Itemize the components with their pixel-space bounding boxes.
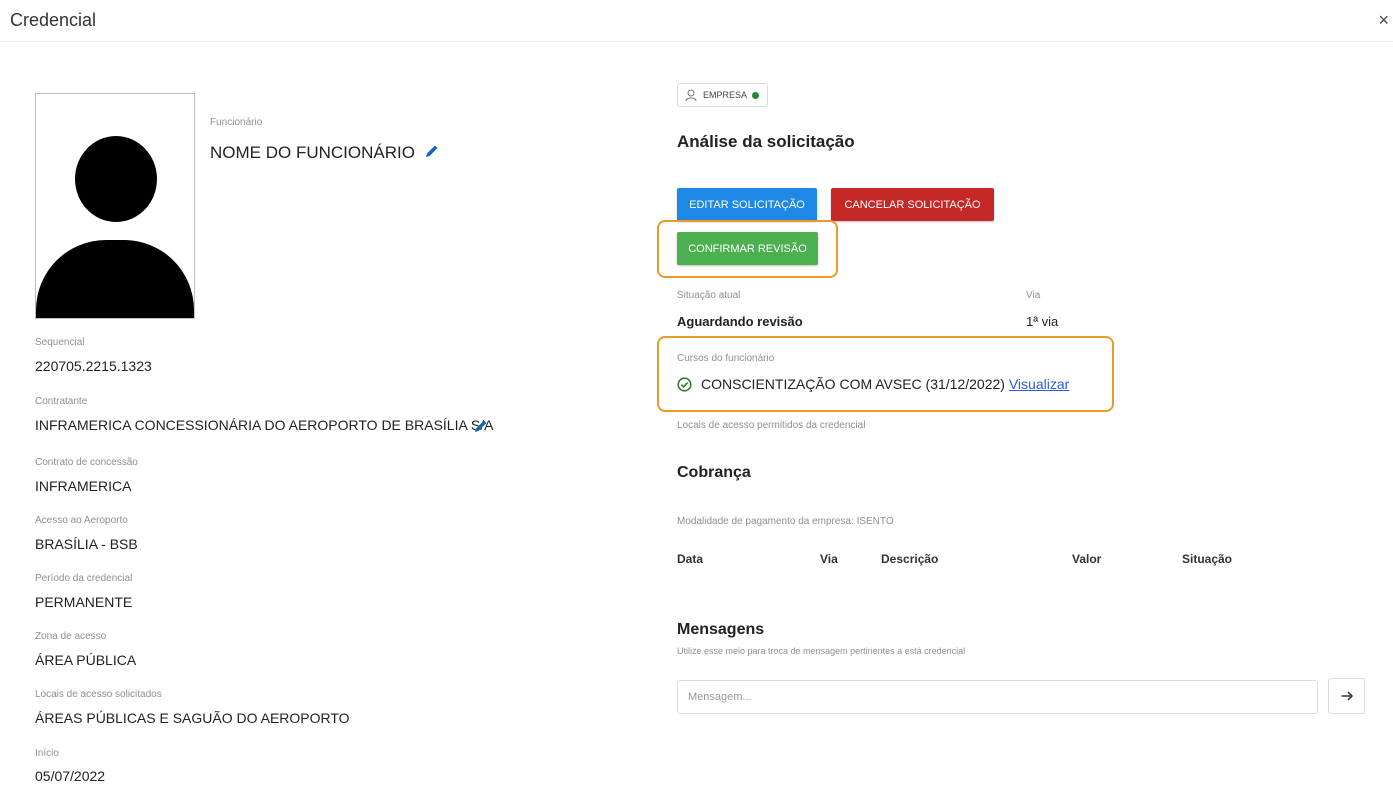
field-label-inicio: Início (35, 748, 59, 759)
field-value-acesso: BRASÍLIA - BSB (35, 536, 138, 552)
course-item: CONSCIENTIZAÇÃO COM AVSEC (31/12/2022) V… (701, 376, 1069, 392)
field-label-periodo: Período da credencial (35, 573, 133, 584)
messages-subtitle: Utilize esse meio para troca de mensagem… (677, 646, 966, 656)
billing-title: Cobrança (677, 464, 751, 481)
status-value: Aguardando revisão (677, 314, 803, 329)
analysis-title: Análise da solicitação (677, 132, 855, 151)
field-value-inicio: 05/07/2022 (35, 768, 106, 784)
cancel-request-button[interactable]: CANCELAR SOLICITAÇÃO (831, 188, 994, 221)
messages-title: Mensagens (677, 621, 765, 638)
status-dot (752, 91, 760, 99)
courses-label: Cursos do funcionário (677, 353, 775, 364)
field-value-contratante: INFRAMERICA CONCESSIONÁRIA DO AEROPORTO … (35, 417, 494, 433)
pencil-icon[interactable] (424, 143, 440, 159)
pencil-icon[interactable] (473, 418, 489, 434)
employee-label: Funcionário (210, 117, 263, 128)
employee-photo (35, 93, 195, 319)
billing-col-valor: Valor (1072, 552, 1102, 566)
billing-col-via: Via (820, 552, 838, 566)
field-label-locais: Locais de acesso solicitados (35, 689, 162, 700)
field-value-locais: ÁREAS PÚBLICAS E SAGUÃO DO AEROPORTO (35, 710, 350, 726)
avatar-head (75, 136, 157, 222)
field-value-sequencial: 220705.2215.1323 (35, 358, 152, 374)
field-label-contratante: Contratante (35, 396, 88, 407)
dialog-header: Credencial × (0, 0, 1393, 42)
payment-mode: Modalidade de pagamento da empresa: ISEN… (677, 516, 894, 527)
field-value-periodo: PERMANENTE (35, 594, 133, 610)
company-chip[interactable]: EMPRESA (677, 83, 769, 107)
via-value: 1ª via (1026, 314, 1059, 329)
field-label-contrato: Contrato de concessão (35, 457, 138, 468)
check-circle-icon (677, 377, 692, 392)
field-label-zona: Zona de acesso (35, 631, 107, 642)
edit-request-button[interactable]: EDITAR SOLICITAÇÃO (677, 188, 817, 221)
close-icon[interactable]: × (1378, 10, 1389, 31)
status-label: Situação atual (677, 290, 741, 301)
company-chip-label: EMPRESA (703, 90, 748, 100)
highlight-box-courses (657, 336, 1114, 412)
send-button[interactable] (1328, 678, 1365, 714)
billing-col-descricao: Descrição (881, 552, 939, 566)
billing-col-situacao: Situação (1182, 552, 1233, 566)
avatar-body (36, 240, 194, 318)
via-label: Via (1026, 290, 1041, 301)
message-input[interactable] (677, 680, 1318, 714)
billing-col-data: Data (677, 552, 704, 566)
field-value-contrato: INFRAMERICA (35, 478, 132, 494)
allowed-places-label: Locais de acesso permitidos da credencia… (677, 420, 866, 431)
confirm-review-button[interactable]: CONFIRMAR REVISÃO (677, 232, 818, 265)
dialog-title: Credencial (10, 10, 97, 30)
user-icon (685, 89, 697, 102)
view-course-link[interactable]: Visualizar (1009, 376, 1069, 392)
field-label-sequencial: Sequencial (35, 337, 85, 348)
course-text: CONSCIENTIZAÇÃO COM AVSEC (31/12/2022) (701, 376, 1005, 392)
field-value-zona: ÁREA PÚBLICA (35, 652, 137, 668)
employee-name: NOME DO FUNCIONÁRIO (210, 143, 415, 162)
field-label-acesso: Acesso ao Aeroporto (35, 515, 128, 526)
arrow-right-icon (1341, 691, 1353, 701)
